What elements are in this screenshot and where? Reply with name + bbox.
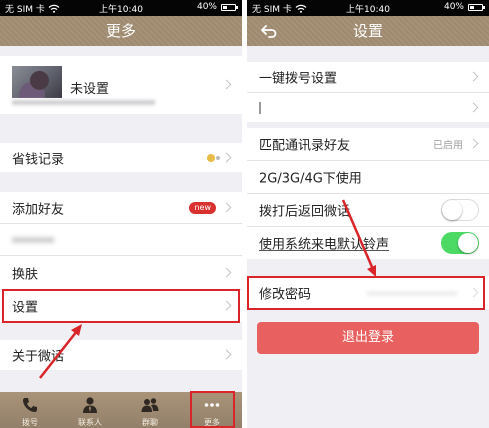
battery-percent: 40% <box>196 2 217 12</box>
system-ringtone-item: 使用系统来电默认铃声 <box>247 226 489 259</box>
enabled-status: 已启用 <box>433 140 463 152</box>
tab-bar: 拨号 联系人 群聊 更多 <box>0 392 242 428</box>
add-friend-item[interactable]: 添加好友 new <box>0 192 242 223</box>
one-key-dial-label: 一键拨号设置 <box>259 71 338 87</box>
obscured-text <box>367 291 457 295</box>
chevron-right-icon <box>468 71 479 82</box>
settings-screen: 无 SIM 卡 上午10:40 40% 设置 一键拨号设置 匹配通讯录好友 已启… <box>247 0 489 428</box>
more-screen: 无 SIM 卡 上午10:40 40% 更多 未设置 省钱记录 添加好友 new <box>0 0 242 428</box>
chevron-right-icon <box>221 152 232 162</box>
page-title: 更多 <box>105 22 136 40</box>
profile-row[interactable]: 未设置 <box>0 56 242 114</box>
obscured-text <box>12 236 54 243</box>
return-after-call-label: 拨打后返回微话 <box>259 204 351 220</box>
chevron-right-icon <box>221 300 232 311</box>
logout-button[interactable]: 退出登录 <box>257 322 479 354</box>
coin-icon <box>207 153 215 162</box>
chevron-right-icon <box>468 102 479 112</box>
chevron-right-icon <box>221 79 232 90</box>
contact-icon <box>83 397 97 413</box>
about-item[interactable]: 关于微话 <box>0 340 242 370</box>
toggle-knob <box>458 233 478 253</box>
network-usage-label: 2G/3G/4G下使用 <box>259 171 362 187</box>
avatar <box>12 66 62 98</box>
toggle-knob <box>442 200 462 220</box>
tab-group-label: 群聊 <box>142 418 158 427</box>
settings-item[interactable]: 设置 <box>0 289 242 322</box>
tab-contacts-label: 联系人 <box>78 418 102 427</box>
system-ringtone-toggle[interactable] <box>441 232 479 254</box>
return-after-call-item: 拨打后返回微话 <box>247 193 489 226</box>
more-dots-icon <box>204 403 220 407</box>
group-icon <box>141 398 159 412</box>
tab-more-label: 更多 <box>204 418 220 427</box>
add-friend-label: 添加好友 <box>12 202 65 217</box>
nav-bar: 设置 <box>247 16 489 46</box>
nav-bar: 更多 <box>0 16 242 46</box>
obscured-item[interactable] <box>0 223 242 255</box>
tab-dial[interactable]: 拨号 <box>0 392 60 428</box>
status-bar: 无 SIM 卡 上午10:40 40% <box>247 0 489 16</box>
tab-dial-label: 拨号 <box>22 418 38 427</box>
battery-percent: 40% <box>443 2 464 12</box>
tab-group[interactable]: 群聊 <box>120 392 180 428</box>
one-key-dial-item[interactable]: 一键拨号设置 <box>247 62 489 92</box>
match-contacts-item[interactable]: 匹配通讯录好友 已启用 <box>247 128 489 160</box>
chevron-right-icon <box>221 349 232 360</box>
skin-label: 换肤 <box>12 267 39 282</box>
change-password-label: 修改密码 <box>259 287 312 302</box>
page-title: 设置 <box>352 22 383 40</box>
tab-more[interactable]: 更多 <box>182 392 242 428</box>
dot-icon <box>216 155 220 160</box>
phone-icon <box>23 398 37 412</box>
status-bar: 无 SIM 卡 上午10:40 40% <box>0 0 242 16</box>
chevron-right-icon <box>221 267 232 277</box>
return-after-call-toggle[interactable] <box>441 199 479 221</box>
match-contacts-label: 匹配通讯录好友 <box>259 138 351 154</box>
change-password-item[interactable]: 修改密码 <box>247 276 489 309</box>
about-label: 关于微话 <box>12 349 65 365</box>
chevron-right-icon <box>221 202 232 212</box>
scribble-mark <box>259 249 389 251</box>
savings-record-label: 省钱记录 <box>12 152 65 167</box>
network-usage-item[interactable]: 2G/3G/4G下使用 <box>247 160 489 193</box>
battery-icon <box>221 4 238 11</box>
settings-label: 设置 <box>12 300 39 316</box>
obscured-text <box>12 100 155 105</box>
obscured-item[interactable] <box>247 92 489 122</box>
savings-record-item[interactable]: 省钱记录 <box>0 143 242 172</box>
profile-name: 未设置 <box>70 82 110 97</box>
new-badge: new <box>189 201 216 214</box>
chevron-right-icon <box>468 138 479 149</box>
obscured-text <box>259 101 261 114</box>
skin-item[interactable]: 换肤 <box>0 255 242 289</box>
battery-icon <box>468 4 485 11</box>
tab-contacts[interactable]: 联系人 <box>60 392 120 428</box>
chevron-right-icon <box>468 287 479 297</box>
